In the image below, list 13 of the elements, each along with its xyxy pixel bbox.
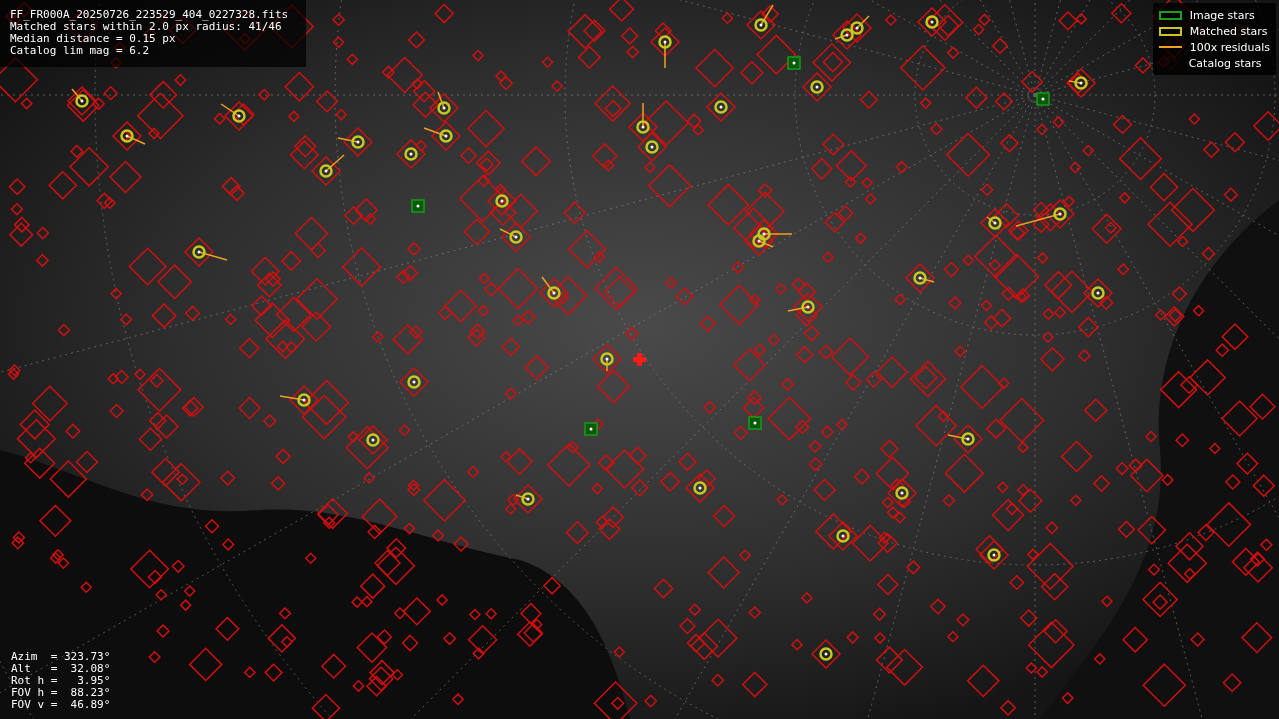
pointing-text: FOV v = 46.89° [11,699,111,711]
info-text: Catalog lim mag = 6.2 [10,45,151,57]
pointing-text: FOV h = 88.23° [11,687,111,699]
info-text: FF_FR000A_20250726_223529_404_0227328.fits [10,9,290,21]
legend-label: Matched stars [1189,24,1268,38]
pointing-text: Alt = 32.08° [11,663,111,675]
info-text: Matched stars within 2.0 px radius: 41/46 [10,21,282,33]
legend-label: 100x residuals [1189,40,1270,54]
legend-label: Image stars [1189,8,1255,22]
pointing-text: Rot h = 3.95° [11,675,111,687]
legend-label: Catalog stars [1188,56,1262,70]
pointing-text: Azim = 323.73° [11,651,111,663]
info-text: Median distance = 0.15 px [10,33,177,45]
